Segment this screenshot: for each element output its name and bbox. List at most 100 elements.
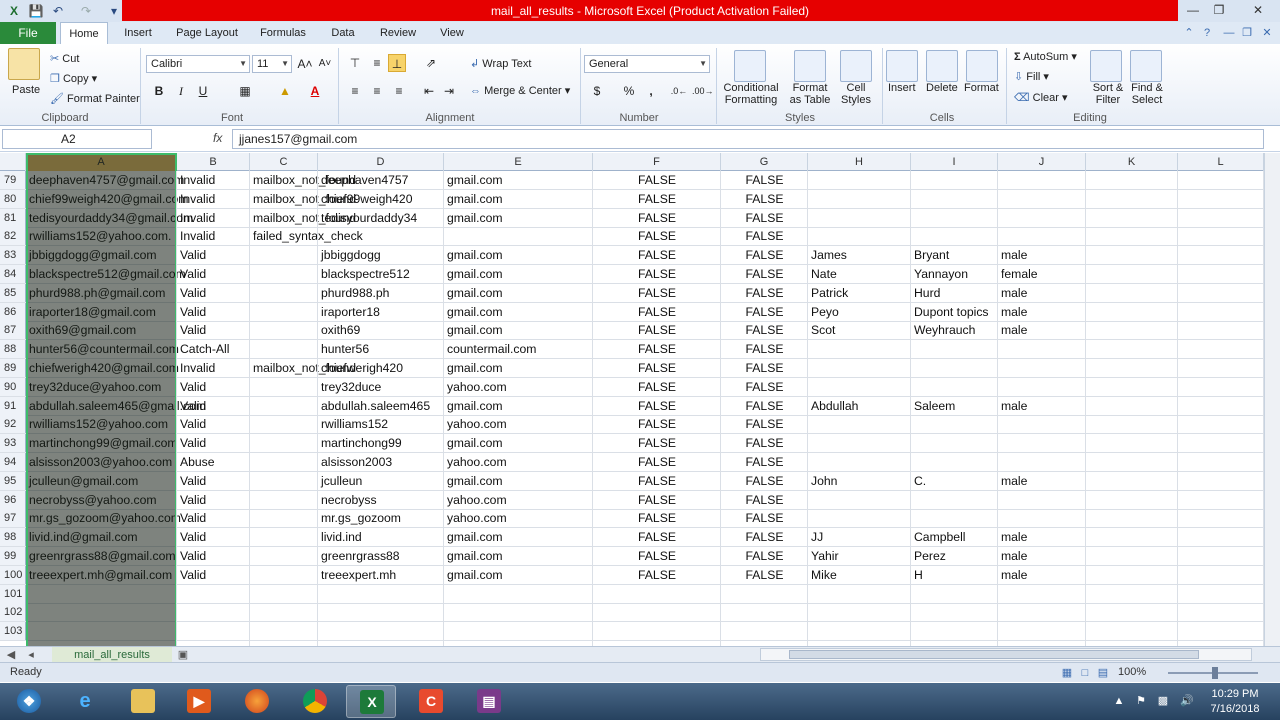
cell-a[interactable]: livid.ind@gmail.com xyxy=(26,528,177,546)
format-painter-button[interactable]: 🖌 Format Painter xyxy=(50,92,140,105)
cell-f[interactable] xyxy=(593,622,721,640)
align-center-icon[interactable]: ≡ xyxy=(368,82,386,100)
cell-j[interactable]: female xyxy=(998,265,1086,283)
row-header[interactable]: 84 xyxy=(0,265,26,283)
cell-h[interactable]: Mike xyxy=(808,566,911,584)
cell-a[interactable]: rwilliams152@yahoo.com. xyxy=(26,227,177,245)
row-header[interactable]: 89 xyxy=(0,359,26,377)
cell-f[interactable]: FALSE xyxy=(593,434,721,452)
sheet-tab[interactable]: mail_all_results xyxy=(52,647,172,663)
delete-cells-button[interactable]: Delete xyxy=(926,82,958,94)
cell-d[interactable]: oxith69 xyxy=(318,321,444,339)
borders-icon[interactable]: ▦ xyxy=(236,82,254,100)
cell-d[interactable]: necrobyss xyxy=(318,491,444,509)
wrap-text-button[interactable]: ↲ Wrap Text xyxy=(470,57,531,70)
font-color-icon[interactable]: A xyxy=(306,82,324,100)
tab-view[interactable]: View xyxy=(434,22,470,44)
cell-i[interactable]: Dupont topics xyxy=(911,303,998,321)
cell-f[interactable]: FALSE xyxy=(593,340,721,358)
cell-e[interactable]: gmail.com xyxy=(444,547,593,565)
cell-e[interactable]: gmail.com xyxy=(444,321,593,339)
align-left-icon[interactable]: ≡ xyxy=(346,82,364,100)
cell-j[interactable] xyxy=(998,227,1086,245)
font-name-select[interactable]: Calibri ▼ xyxy=(146,55,250,73)
cell-f[interactable]: FALSE xyxy=(593,491,721,509)
cell-a[interactable]: tedisyourdaddy34@gmail.com xyxy=(26,209,193,227)
cell-g[interactable]: FALSE xyxy=(721,303,808,321)
cell-b[interactable]: Valid xyxy=(177,509,250,527)
orientation-icon[interactable]: ⇗ xyxy=(422,54,440,72)
row-header[interactable]: 86 xyxy=(0,302,26,321)
doc-close-icon[interactable]: ✕ xyxy=(1260,26,1274,40)
cell-g[interactable]: FALSE xyxy=(721,415,808,433)
horizontal-scroll-thumb[interactable] xyxy=(789,650,1199,659)
cell-c[interactable] xyxy=(250,246,318,264)
cell-h[interactable] xyxy=(808,359,911,377)
cell-j[interactable]: male xyxy=(998,566,1086,584)
cell-c[interactable] xyxy=(250,528,318,546)
cell-a[interactable]: treeexpert.mh@gmail.com xyxy=(26,566,177,584)
cell-g[interactable]: FALSE xyxy=(721,547,808,565)
insert-cells-icon[interactable] xyxy=(886,50,918,82)
cell-e[interactable]: gmail.com xyxy=(444,528,593,546)
column-header-e[interactable]: E xyxy=(444,153,593,171)
minimize-ribbon-icon[interactable]: ⌃ xyxy=(1182,26,1196,40)
cell-e[interactable]: gmail.com xyxy=(444,434,593,452)
align-top-icon[interactable]: ⊤ xyxy=(346,54,364,72)
increase-indent-icon[interactable]: ⇥ xyxy=(440,82,458,100)
cell-a[interactable]: rwilliams152@yahoo.com xyxy=(26,415,177,433)
cell-c[interactable] xyxy=(250,453,318,471)
cell-g[interactable]: FALSE xyxy=(721,378,808,396)
cell-e[interactable] xyxy=(444,622,593,640)
cell-h[interactable] xyxy=(808,585,911,603)
cell-h[interactable] xyxy=(808,340,911,358)
cell-a[interactable]: iraporter18@gmail.com xyxy=(26,303,177,321)
cell-b[interactable] xyxy=(177,622,250,640)
row-header[interactable]: 101 xyxy=(0,584,26,603)
cell-c[interactable] xyxy=(250,415,318,433)
prev-sheet-icon[interactable]: ◂ xyxy=(24,648,38,662)
cell-g[interactable]: FALSE xyxy=(721,397,808,415)
row-header[interactable]: 88 xyxy=(0,340,26,359)
cell-d[interactable]: greenrgrass88 xyxy=(318,547,444,565)
undo-icon[interactable]: ↶ xyxy=(50,3,66,19)
cell-j[interactable]: male xyxy=(998,528,1086,546)
cell-i[interactable]: Yannayon xyxy=(911,265,998,283)
sort-filter-button[interactable]: Sort & Filter xyxy=(1088,82,1128,106)
cell-b[interactable]: Valid xyxy=(177,397,250,415)
doc-restore-icon[interactable]: ❐ xyxy=(1240,26,1254,40)
row-header[interactable]: 95 xyxy=(0,471,26,490)
taskbar-clock[interactable]: 10:29 PM 7/16/2018 xyxy=(1200,687,1270,717)
cell-i[interactable] xyxy=(911,190,998,208)
taskbar-firefox[interactable] xyxy=(232,685,282,718)
cell-h[interactable] xyxy=(808,415,911,433)
cell-e[interactable]: gmail.com xyxy=(444,472,593,490)
cell-h[interactable] xyxy=(808,227,911,245)
cell-d[interactable]: hunter56 xyxy=(318,340,444,358)
cell-a[interactable] xyxy=(26,585,177,603)
cell-j[interactable]: male xyxy=(998,472,1086,490)
cell-b[interactable]: Valid xyxy=(177,491,250,509)
cell-i[interactable] xyxy=(911,585,998,603)
cell-f[interactable]: FALSE xyxy=(593,509,721,527)
cell-j[interactable] xyxy=(998,190,1086,208)
italic-button[interactable]: I xyxy=(172,82,190,100)
column-header-f[interactable]: F xyxy=(593,153,721,171)
row-header[interactable]: 96 xyxy=(0,490,26,509)
format-cells-icon[interactable] xyxy=(966,50,998,82)
cell-a[interactable] xyxy=(26,622,177,640)
tray-action-center-icon[interactable]: ⚑ xyxy=(1134,694,1148,708)
cell-i[interactable] xyxy=(911,434,998,452)
cell-b[interactable]: Valid xyxy=(177,284,250,302)
start-button[interactable]: ❖ xyxy=(4,685,54,718)
tray-volume-icon[interactable]: 🔊 xyxy=(1180,694,1194,708)
row-header[interactable]: 83 xyxy=(0,246,26,265)
cell-j[interactable] xyxy=(998,603,1086,621)
cell-c[interactable] xyxy=(250,321,318,339)
cell-a[interactable]: blackspectre512@gmail.com xyxy=(26,265,186,283)
tray-network-icon[interactable]: ▩ xyxy=(1156,694,1170,708)
cell-a[interactable]: phurd988.ph@gmail.com xyxy=(26,284,177,302)
cell-d[interactable]: treeexpert.mh xyxy=(318,566,444,584)
cell-f[interactable] xyxy=(593,585,721,603)
cell-d[interactable]: phurd988.ph xyxy=(318,284,444,302)
